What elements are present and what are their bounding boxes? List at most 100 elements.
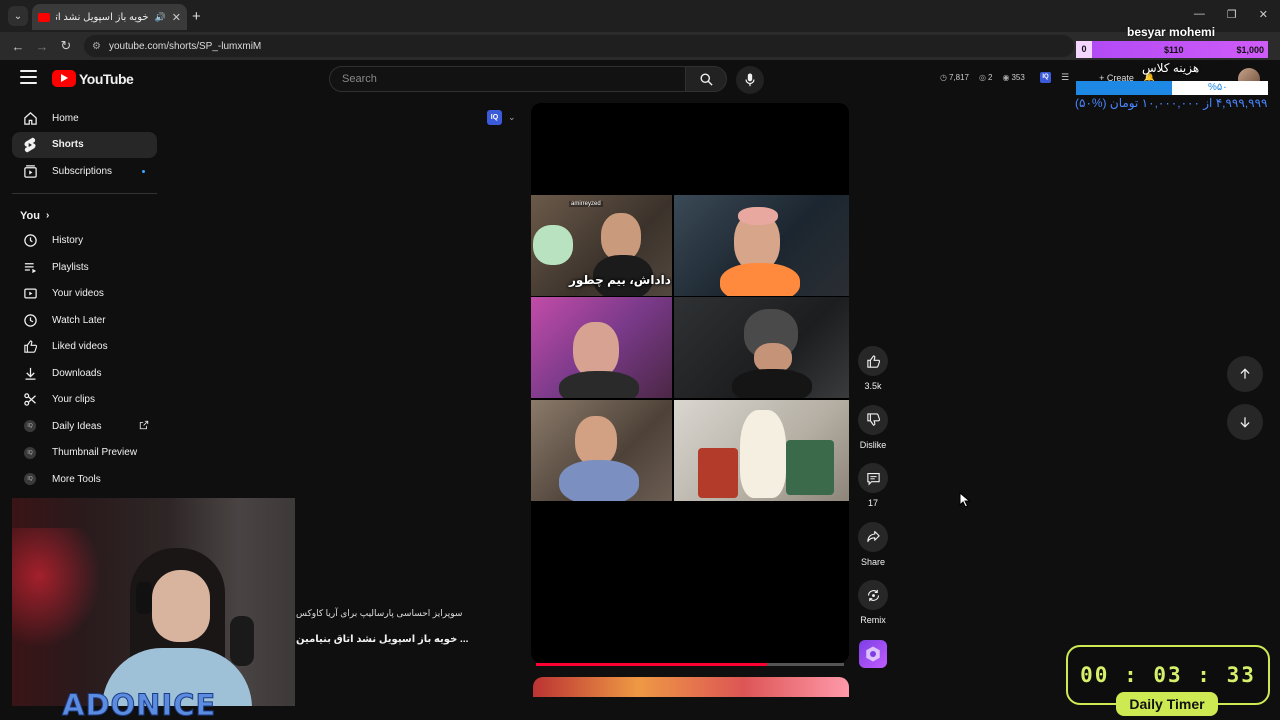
new-tab-button[interactable]: +: [192, 8, 201, 25]
video-cell: [674, 297, 849, 398]
video-caption: داداش، بیم چطور: [569, 273, 671, 287]
donation-goal-bar: 0 $110 $1,000: [1076, 41, 1268, 58]
menu-icon[interactable]: [20, 70, 37, 84]
next-short-button[interactable]: [1227, 404, 1263, 440]
sidebar-item-label: Your clips: [52, 394, 95, 406]
minimize-icon[interactable]: —: [1194, 8, 1205, 21]
sidebar-item-history[interactable]: History: [12, 228, 157, 255]
iq-extension-icon[interactable]: IQ: [1040, 72, 1051, 83]
restore-icon[interactable]: ❐: [1227, 8, 1237, 21]
like-button[interactable]: 3.5k: [852, 346, 894, 405]
browser-tabbar: ⌄ خویه باز اسپویل نشد اتاق بنیا 🔊 ✕ + — …: [0, 0, 1280, 32]
share-button[interactable]: Share: [852, 521, 894, 581]
previous-short-button[interactable]: [1227, 356, 1263, 392]
related-subtitle: سوپرایز احساسی پارسالیپ برای آریا کاوکس: [296, 608, 463, 618]
sidebar-section-you[interactable]: You ›: [12, 204, 157, 228]
video-progress-bar[interactable]: [536, 663, 844, 666]
watch-later-icon: [22, 313, 38, 328]
video-cell: [674, 400, 849, 501]
mic-icon: [745, 73, 755, 87]
url-field[interactable]: ⚙ youtube.com/shorts/SP_-lumxmiM: [84, 35, 1074, 57]
tab-search-button[interactable]: ⌄: [8, 6, 28, 26]
arrow-up-icon: [1240, 368, 1250, 379]
sidebar-item-liked-videos[interactable]: Liked videos: [12, 334, 157, 361]
comment-icon: [866, 472, 880, 485]
search-icon: [700, 73, 713, 86]
remix-label: Remix: [860, 615, 886, 625]
iq-icon: IQ: [24, 446, 36, 459]
sidebar-item-label: Downloads: [52, 367, 102, 379]
sidebar-item-label: Home: [52, 112, 79, 124]
iq-dropdown[interactable]: IQ ⌄: [487, 110, 516, 125]
sidebar-item-more-tools[interactable]: IQ More Tools: [12, 466, 157, 493]
tab-close-icon[interactable]: ✕: [172, 11, 181, 24]
thumbs-down-icon: [866, 413, 880, 426]
sidebar-item-playlists[interactable]: Playlists: [12, 254, 157, 281]
goal-start: 0: [1076, 41, 1092, 58]
search-input[interactable]: Search: [329, 66, 686, 92]
shorts-player[interactable]: amirreyzed داداش، بیم چطور: [531, 103, 849, 663]
sidebar-item-your-clips[interactable]: Your clips: [12, 387, 157, 414]
iq-icon: IQ: [24, 420, 36, 433]
comments-button[interactable]: 17: [852, 463, 894, 522]
sidebar-item-label: More Tools: [52, 473, 101, 485]
cost-progress-bar: [1076, 81, 1268, 95]
section-title: You: [20, 209, 40, 222]
iq-icon: IQ: [24, 473, 36, 486]
video-frame-grid: amirreyzed داداش، بیم چطور: [531, 195, 849, 501]
subscriptions-icon: [22, 164, 38, 179]
speaker-icon[interactable]: 🔊: [155, 12, 166, 23]
sidebar-item-downloads[interactable]: Downloads: [12, 360, 157, 387]
sidebar-item-shorts[interactable]: Shorts: [12, 131, 157, 158]
stream-brand-logo: ADONICE: [61, 688, 217, 720]
search-button[interactable]: [685, 66, 727, 92]
share-label: Share: [860, 556, 886, 567]
overlay-handle: amirreyzed: [569, 201, 603, 207]
video-cell: [531, 400, 672, 501]
chevron-right-icon: ›: [45, 210, 50, 221]
cost-progress-fill: [1076, 81, 1172, 95]
sidebar-item-label: Playlists: [52, 261, 89, 273]
extension-stats: ◷ 7,817 ◎ 2 ◉ 353: [940, 73, 1025, 82]
sidebar-item-label: Shorts: [52, 139, 84, 151]
sidebar-item-thumbnail-preview[interactable]: IQ Thumbnail Preview: [12, 440, 157, 467]
iq-extension-icon: IQ: [487, 110, 502, 125]
list-icon[interactable]: ☰: [1061, 72, 1069, 83]
close-window-icon[interactable]: ✕: [1259, 8, 1268, 21]
stat-watch: 7,817: [948, 73, 970, 82]
dislike-button[interactable]: Dislike: [852, 404, 894, 464]
tab-title: خویه باز اسپویل نشد اتاق بنیا: [56, 11, 149, 23]
stat-likes: 2: [988, 73, 993, 82]
sidebar-item-watch-later[interactable]: Watch Later: [12, 307, 157, 334]
back-icon[interactable]: ←: [6, 39, 30, 54]
youtube-logo[interactable]: YouTube: [52, 70, 134, 87]
chevron-down-icon: ⌄: [508, 112, 516, 122]
video-progress-fill: [536, 663, 767, 666]
sidebar-item-home[interactable]: Home: [12, 105, 157, 132]
cost-title: هزینه کلاس: [1142, 61, 1200, 75]
sidebar-item-subscriptions[interactable]: Subscriptions: [12, 158, 157, 185]
shorts-icon: [22, 137, 38, 153]
sidebar-item-label: Daily Ideas: [52, 420, 102, 432]
remix-button[interactable]: Remix: [852, 580, 894, 639]
voice-search-button[interactable]: [736, 66, 764, 94]
history-icon: [22, 233, 38, 248]
related-title[interactable]: ... خویه باز اسپویل نشد اتاق بنیامین: [296, 634, 468, 645]
new-content-dot: [142, 170, 145, 173]
reload-icon[interactable]: ↻: [54, 38, 78, 54]
sound-thumbnail[interactable]: [859, 640, 887, 668]
site-info-icon[interactable]: ⚙: [92, 41, 101, 52]
next-short-preview[interactable]: [533, 677, 849, 697]
sidebar-item-label: Watch Later: [52, 314, 106, 326]
cost-percent-label: %۵۰: [1208, 82, 1228, 93]
sidebar-item-label: Thumbnail Preview: [52, 447, 138, 459]
youtube-play-icon: [52, 70, 76, 87]
forward-icon[interactable]: →: [30, 39, 54, 54]
url-text: youtube.com/shorts/SP_-lumxmiM: [108, 40, 262, 52]
browser-tab[interactable]: خویه باز اسپویل نشد اتاق بنیا 🔊 ✕: [32, 4, 187, 30]
views-icon: ◉: [1002, 73, 1010, 82]
comment-count: 17: [867, 498, 878, 508]
sidebar-item-your-videos[interactable]: Your videos: [12, 281, 157, 308]
video-cell: [531, 297, 672, 398]
sidebar-item-daily-ideas[interactable]: IQ Daily Ideas: [12, 413, 157, 440]
